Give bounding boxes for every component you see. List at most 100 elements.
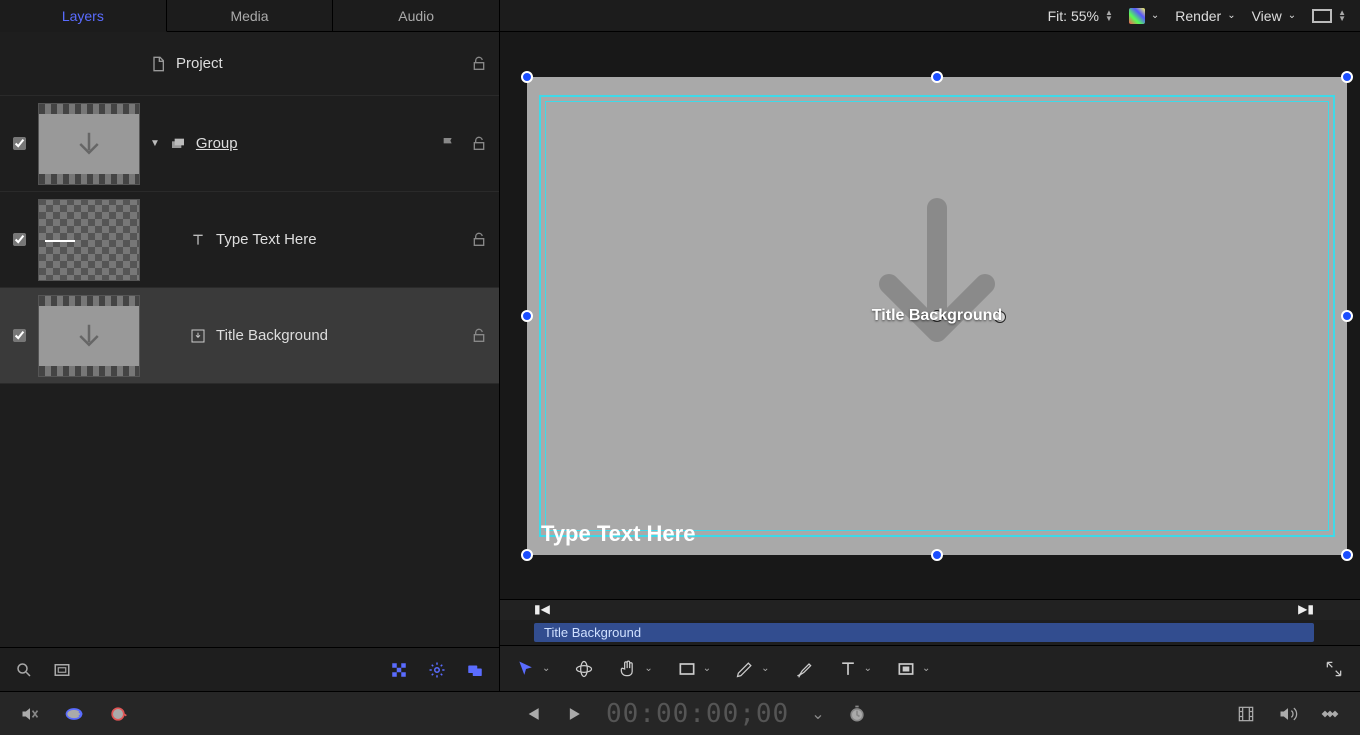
- chevron-down-icon: ⌄: [922, 663, 930, 674]
- visibility-checkbox[interactable]: [10, 329, 28, 342]
- stepper-icon: ▲▼: [1105, 10, 1113, 22]
- drop-zone-icon: [190, 328, 206, 344]
- search-icon: [15, 661, 33, 679]
- lock-button[interactable]: [469, 328, 489, 344]
- layer-row-group[interactable]: ▼ Group: [0, 96, 499, 192]
- zoom-fit-label: Fit: 55%: [1048, 8, 1099, 24]
- lock-button[interactable]: [469, 56, 489, 72]
- tab-media[interactable]: Media: [167, 0, 334, 32]
- film-icon: [1236, 704, 1256, 724]
- resize-handle[interactable]: [931, 71, 943, 83]
- brush-tool[interactable]: [794, 659, 814, 679]
- mini-clip-label: Title Background: [544, 625, 641, 640]
- color-channel-control[interactable]: ⌄: [1129, 8, 1159, 24]
- stepper-icon: ▲▼: [1338, 10, 1346, 22]
- lock-open-icon: [471, 232, 487, 248]
- resize-handle[interactable]: [521, 71, 533, 83]
- drop-zone-arrow-icon: [817, 192, 1057, 392]
- lock-open-icon: [471, 136, 487, 152]
- resize-handle[interactable]: [521, 549, 533, 561]
- view-menu[interactable]: View ⌄: [1252, 8, 1296, 24]
- play-button[interactable]: [564, 704, 584, 724]
- timecode-menu[interactable]: ⌄: [811, 704, 824, 724]
- resize-handle[interactable]: [1341, 71, 1353, 83]
- layer-row-project[interactable]: Project: [0, 32, 499, 96]
- chevron-down-icon: ⌄: [644, 663, 652, 674]
- chevron-down-icon: ⌄: [542, 663, 550, 674]
- canvas-viewer[interactable]: Title Background Type Text Here: [500, 32, 1360, 599]
- layer-thumbnail: [38, 295, 140, 377]
- chevron-down-icon: ⌄: [1151, 10, 1159, 21]
- canvas-tool-row: ⌄ ⌄ ⌄ ⌄ ⌄ ⌄: [500, 645, 1360, 691]
- tab-audio[interactable]: Audio: [333, 0, 500, 32]
- disclosure-triangle-icon[interactable]: ▼: [150, 138, 160, 149]
- mini-timeline: ▮◀ ▶▮ Title Background: [500, 599, 1360, 645]
- pen-tool[interactable]: ⌄: [735, 659, 769, 679]
- keyframe-icon: [1320, 704, 1340, 724]
- timecode-display[interactable]: 00:00:00;00: [606, 699, 789, 729]
- keyframe-nav-button[interactable]: [1320, 704, 1340, 724]
- gear-button[interactable]: [427, 660, 447, 680]
- mask-icon: [896, 659, 916, 679]
- selection-bounding-box[interactable]: Title Background Type Text Here: [527, 77, 1347, 555]
- resize-handle[interactable]: [1341, 310, 1353, 322]
- panel-tabs: Layers Media Audio: [0, 0, 500, 32]
- skip-back-icon: [522, 704, 542, 724]
- chevron-down-icon: ⌄: [703, 663, 711, 674]
- search-button[interactable]: [14, 660, 34, 680]
- layer-row-title-background[interactable]: Title Background: [0, 288, 499, 384]
- expand-tool[interactable]: [1324, 659, 1344, 679]
- windows-icon: [466, 661, 484, 679]
- loop-button[interactable]: [64, 704, 84, 724]
- select-tool[interactable]: ⌄: [516, 659, 550, 679]
- chevron-down-icon: ⌄: [1227, 10, 1235, 21]
- project-label: Project: [176, 55, 223, 72]
- go-to-start-button[interactable]: [522, 704, 542, 724]
- mini-ruler[interactable]: ▮◀ ▶▮: [500, 600, 1360, 620]
- pan-tool[interactable]: ⌄: [618, 659, 652, 679]
- text-tool[interactable]: ⌄: [838, 659, 872, 679]
- pointer-icon: [516, 659, 536, 679]
- layer-row-text[interactable]: Type Text Here: [0, 192, 499, 288]
- mini-clip[interactable]: Title Background: [534, 623, 1314, 642]
- film-button[interactable]: [1236, 704, 1256, 724]
- flag-icon: [441, 136, 457, 152]
- text-icon: [838, 659, 858, 679]
- render-label: Render: [1175, 8, 1221, 24]
- visibility-checkbox[interactable]: [10, 137, 28, 150]
- checker-button[interactable]: [389, 660, 409, 680]
- mini-track[interactable]: Title Background: [500, 620, 1360, 645]
- out-marker-icon[interactable]: ▶▮: [1298, 602, 1314, 616]
- title-bg-label: Title Background: [216, 327, 328, 344]
- render-menu[interactable]: Render ⌄: [1175, 8, 1235, 24]
- layers-panel: Project ▼ Group: [0, 32, 500, 691]
- windows-button[interactable]: [465, 660, 485, 680]
- frame-button[interactable]: [52, 660, 72, 680]
- mask-tool[interactable]: ⌄: [896, 659, 930, 679]
- visibility-checkbox[interactable]: [10, 233, 28, 246]
- resize-handle[interactable]: [521, 310, 533, 322]
- in-marker-icon[interactable]: ▮◀: [534, 602, 550, 616]
- flag-button[interactable]: [439, 136, 459, 152]
- resize-handle[interactable]: [931, 549, 943, 561]
- timer-button[interactable]: [847, 704, 867, 724]
- chevron-down-icon: ⌄: [811, 704, 824, 724]
- transport-bar: 00:00:00;00 ⌄: [0, 691, 1360, 735]
- rectangle-icon: [677, 659, 697, 679]
- text-layer-label: Type Text Here: [216, 231, 317, 248]
- mute-button[interactable]: [20, 704, 40, 724]
- shape-tool[interactable]: ⌄: [677, 659, 711, 679]
- zoom-fit-control[interactable]: Fit: 55% ▲▼: [1048, 8, 1113, 24]
- aspect-menu[interactable]: ▲▼: [1312, 9, 1346, 23]
- aspect-icon: [1312, 9, 1332, 23]
- tab-layers[interactable]: Layers: [0, 0, 167, 32]
- lock-button[interactable]: [469, 232, 489, 248]
- resize-handle[interactable]: [1341, 549, 1353, 561]
- audio-button[interactable]: [1278, 704, 1298, 724]
- canvas-text-overlay[interactable]: Type Text Here: [541, 521, 695, 547]
- hand-icon: [618, 659, 638, 679]
- lock-button[interactable]: [469, 136, 489, 152]
- stopwatch-icon: [847, 704, 867, 724]
- record-button[interactable]: [108, 704, 128, 724]
- transform-tool[interactable]: [574, 659, 594, 679]
